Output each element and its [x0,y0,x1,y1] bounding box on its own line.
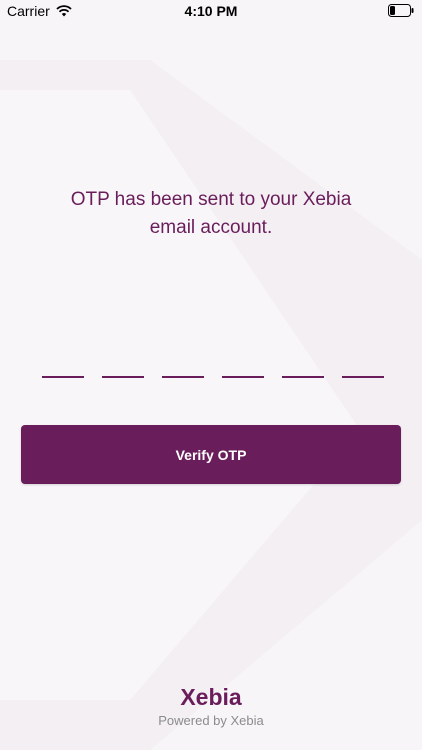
otp-digit-5[interactable] [282,376,324,378]
otp-message-line-1: OTP has been sent to your Xebia [70,189,352,210]
otp-digit-3[interactable] [162,376,204,378]
otp-screen: OTP has been sent to your Xebia email ac… [0,0,422,750]
status-time: 4:10 PM [184,3,238,19]
xebia-logo-text: Xebia [180,684,242,710]
otp-input-row [42,376,384,378]
powered-by-label: Powered by Xebia [158,713,264,728]
otp-digit-6[interactable] [342,376,384,378]
otp-message: OTP has been sent to your Xebia email ac… [40,186,382,242]
xebia-logo: Xebia [180,684,242,710]
otp-message-line-2: email account. [149,217,273,238]
otp-digit-1[interactable] [42,376,84,378]
otp-digit-2[interactable] [102,376,144,378]
otp-digit-4[interactable] [222,376,264,378]
battery-icon [388,4,414,17]
status-bar: Carrier 4:10 PM [0,0,422,22]
verify-otp-button[interactable]: Verify OTP [21,425,401,484]
footer: Xebia Powered by Xebia [0,684,422,728]
